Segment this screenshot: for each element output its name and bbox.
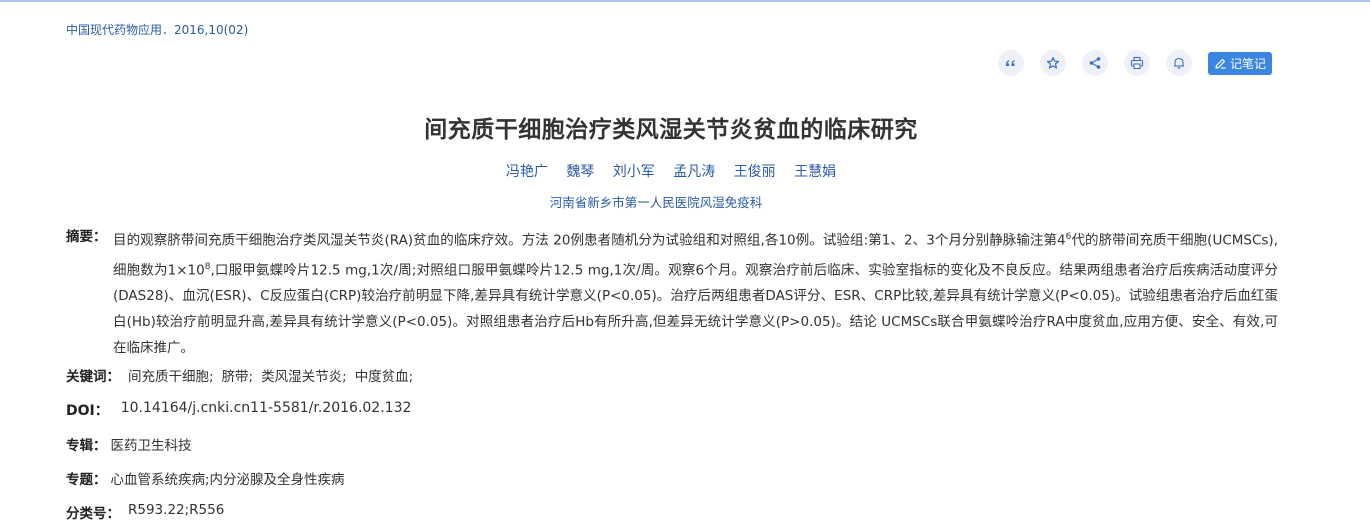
keyword-link[interactable]: 类风湿关节炎; <box>261 365 347 385</box>
doi-value: 10.14164/j.cnki.cn11-5581/r.2016.02.132 <box>120 400 412 416</box>
author-link[interactable]: 王慧娟 <box>794 164 836 180</box>
share-icon <box>1089 57 1101 69</box>
abstract-text: 目的观察脐带间充质干细胞治疗类风湿关节炎(RA)贫血的临床疗效。方法 20例患者… <box>113 224 1278 361</box>
author-link[interactable]: 魏琴 <box>566 164 594 180</box>
keyword-link[interactable]: 间充质干细胞; <box>128 365 214 385</box>
printer-icon <box>1130 56 1144 70</box>
share-button[interactable] <box>1082 50 1108 76</box>
album-label: 专辑： <box>66 438 107 454</box>
abstract-label: 摘要： <box>66 229 107 245</box>
article-toolbar: 记笔记 <box>998 50 1273 76</box>
journal-source[interactable]: 中国现代药物应用．2016,10(02) <box>66 21 248 38</box>
classification-section: 分类号： R593.22;R556 <box>66 502 224 522</box>
doi-section: DOI： 10.14164/j.cnki.cn11-5581/r.2016.02… <box>66 400 411 420</box>
take-note-button[interactable]: 记笔记 <box>1208 51 1273 75</box>
topic-label: 专题： <box>66 472 107 488</box>
take-note-label: 记笔记 <box>1230 56 1267 71</box>
favorite-button[interactable] <box>1040 50 1066 76</box>
quote-icon <box>1006 60 1015 66</box>
print-button[interactable] <box>1124 50 1150 76</box>
abstract-text-part: 目的观察脐带间充质干细胞治疗类风湿关节炎(RA)贫血的临床疗效。方法 20例患者… <box>113 232 1066 249</box>
keywords-section: 关键词： 间充质干细胞; 脐带; 类风湿关节炎; 中度贫血; <box>66 365 413 385</box>
topic-value: 心血管系统疾病;内分泌腺及全身性疾病 <box>110 472 345 488</box>
affiliation-link[interactable]: 河南省新乡市第一人民医院风湿免疫科 <box>0 192 1312 211</box>
notify-button[interactable] <box>1166 50 1192 76</box>
keywords-label: 关键词： <box>66 369 120 385</box>
keyword-link[interactable]: 中度贫血; <box>355 365 414 385</box>
author-link[interactable]: 刘小军 <box>613 164 655 180</box>
abstract-section: 摘要： 目的观察脐带间充质干细胞治疗类风湿关节炎(RA)贫血的临床疗效。方法 2… <box>66 224 1278 361</box>
cite-button[interactable] <box>998 50 1024 76</box>
author-list: 冯艳广 魏琴 刘小军 孟凡涛 王俊丽 王慧娟 <box>0 161 1342 181</box>
classification-value: R593.22;R556 <box>128 502 225 518</box>
top-border <box>0 0 1370 2</box>
author-link[interactable]: 冯艳广 <box>506 164 548 180</box>
classification-label: 分类号： <box>66 506 120 522</box>
topic-section: 专题： 心血管系统疾病;内分泌腺及全身性疾病 <box>66 468 345 488</box>
doi-label: DOI： <box>66 403 109 419</box>
author-link[interactable]: 王俊丽 <box>734 164 776 180</box>
album-section: 专辑： 医药卫生科技 <box>66 434 192 454</box>
pencil-icon <box>1215 58 1226 69</box>
album-value: 医药卫生科技 <box>110 438 192 454</box>
bell-icon <box>1174 57 1184 69</box>
keyword-link[interactable]: 脐带; <box>222 365 254 385</box>
article-title: 间充质干细胞治疗类风湿关节炎贫血的临床研究 <box>424 117 918 143</box>
star-icon <box>1046 56 1060 69</box>
abstract-text-part: ,口服甲氨蝶呤片12.5 mg,1次/周;对照组口服甲氨蝶呤片12.5 mg,1… <box>113 262 1278 356</box>
author-link[interactable]: 孟凡涛 <box>673 164 715 180</box>
